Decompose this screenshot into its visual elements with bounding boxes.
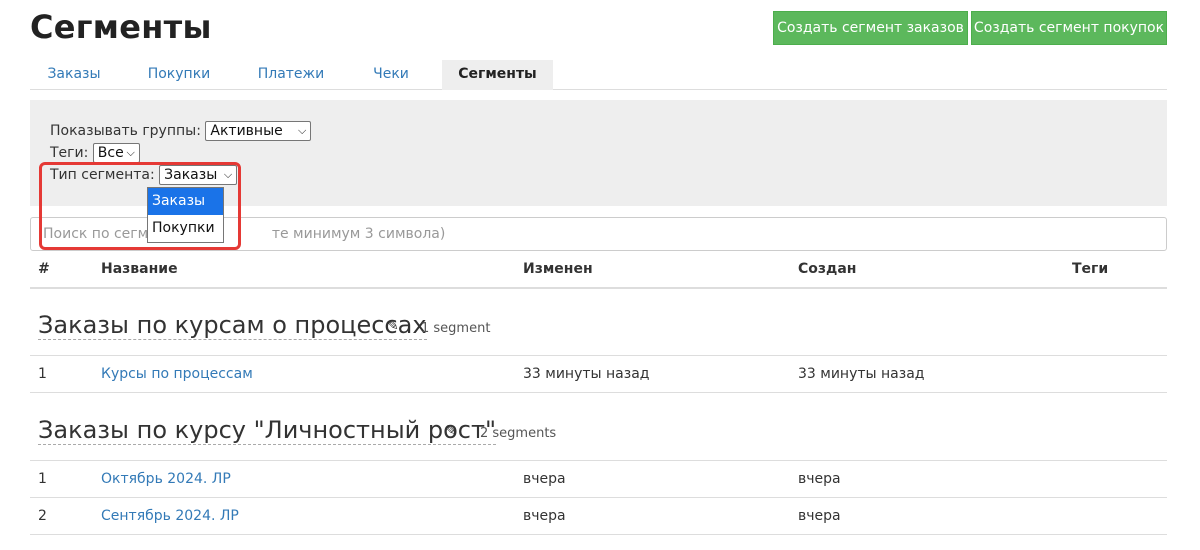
group-title[interactable]: Заказы по курсам о процессах [38,311,427,340]
groups-select[interactable]: Активные ⌵ [205,121,312,141]
segment-type-dropdown: Заказы Покупки [147,187,224,243]
tab-purchases[interactable]: Покупки [137,60,221,90]
segment-type-option-orders[interactable]: Заказы [148,188,223,215]
column-header-number: # [38,261,50,277]
type-filter-row: Тип сегмента: Заказы ⌵ [50,165,238,185]
search-placeholder-right: те минимум 3 символа) [271,226,446,242]
group-segment-count: 2 segments [480,426,557,441]
row-divider [30,460,1167,461]
row-number: 1 [38,366,47,382]
group-segment-count: 1 segment [421,321,491,336]
row-changed: вчера [523,508,566,524]
table-header-divider [30,287,1167,289]
row-divider [30,497,1167,498]
create-orders-segment-button[interactable]: Создать сегмент заказов [773,11,968,45]
chevron-down-icon: ⌵ [223,168,233,181]
search-placeholder-left: Поиск по сегме [43,226,157,242]
tags-filter-row: Теги: Все ⌵ [50,143,140,163]
tab-orders[interactable]: Заказы [30,60,118,90]
row-created: вчера [798,471,841,487]
type-filter-label: Тип сегмента: [50,167,155,183]
segment-type-select-value: Заказы [164,167,218,183]
chevron-down-icon: ⌵ [298,124,307,137]
segment-name-link[interactable]: Курсы по процессам [101,366,253,382]
segment-name-link[interactable]: Октябрь 2024. ЛР [101,471,231,487]
create-purchases-segment-button[interactable]: Создать сегмент покупок [971,11,1167,45]
chevron-down-icon: ⌵ [126,146,135,159]
tab-receipts[interactable]: Чеки [360,60,422,90]
row-changed: 33 минуты назад [523,366,650,382]
tags-filter-label: Теги: [50,145,89,161]
row-divider [30,392,1167,393]
row-created: вчера [798,508,841,524]
column-header-created[interactable]: Создан [798,261,856,277]
tags-select[interactable]: Все ⌵ [92,143,140,163]
group-title[interactable]: Заказы по курсу "Личностный рост" [38,416,497,445]
segment-type-option-purchases[interactable]: Покупки [148,215,223,242]
page-title: Сегменты [30,8,212,46]
row-number: 2 [38,508,47,524]
tab-payments[interactable]: Платежи [244,60,338,90]
pencil-icon[interactable]: ✎ [445,423,457,439]
pencil-icon[interactable]: ✎ [387,318,399,334]
groups-filter-row: Показывать группы: Активные ⌵ [50,121,312,141]
groups-filter-label: Показывать группы: [50,123,201,139]
row-number: 1 [38,471,47,487]
segment-name-link[interactable]: Сентябрь 2024. ЛР [101,508,239,524]
row-changed: вчера [523,471,566,487]
column-header-changed[interactable]: Изменен [523,261,593,277]
segment-type-select[interactable]: Заказы ⌵ [159,165,238,185]
tab-bar: Заказы Покупки Платежи Чеки Сегменты [30,60,1167,90]
tags-select-value: Все [97,145,124,161]
column-header-name[interactable]: Название [101,261,178,277]
column-header-tags: Теги [1072,261,1109,277]
row-divider [30,355,1167,356]
row-divider [30,534,1167,535]
row-created: 33 минуты назад [798,366,925,382]
tab-segments[interactable]: Сегменты [442,60,553,90]
groups-select-value: Активные [210,123,283,139]
